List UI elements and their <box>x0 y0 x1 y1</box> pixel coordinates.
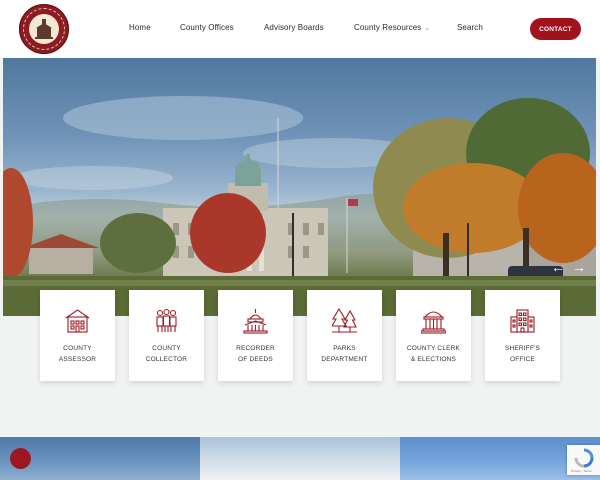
chevron-down-icon: ⌄ <box>424 25 431 32</box>
office-shortcuts: COUNTY ASSESSOR COUNTY COLLECTOR RECORDE… <box>0 290 600 382</box>
recaptcha-footer: Privacy - Terms <box>571 469 592 473</box>
card-label-line1: SHERIFF'S <box>504 345 541 352</box>
nav-county-resources-label: County Resources <box>354 23 422 32</box>
card-parks-department[interactable]: PARKS DEPARTMENT <box>307 290 382 381</box>
people-icon <box>156 308 177 332</box>
trees-icon <box>332 308 357 333</box>
card-label-line1: COUNTY <box>63 345 92 352</box>
nav-home[interactable]: Home <box>129 23 151 32</box>
card-label-line1: RECORDER <box>236 345 275 352</box>
capitol-icon <box>243 309 268 334</box>
card-label-line1: COUNTY <box>152 345 181 352</box>
card-label-line2: OF DEEDS <box>238 356 273 363</box>
card-county-assessor[interactable]: COUNTY ASSESSOR <box>40 290 115 381</box>
site-header: Home County Offices Advisory Boards Coun… <box>0 0 600 58</box>
card-label-line1: COUNTY CLERK <box>406 345 461 352</box>
office-building-icon <box>510 309 535 333</box>
recaptcha-icon <box>574 448 594 468</box>
card-label-line2: OFFICE <box>509 356 536 363</box>
nav-advisory-boards[interactable]: Advisory Boards <box>264 23 324 32</box>
card-label-line2: ASSESSOR <box>58 356 97 363</box>
hero-slider <box>3 58 596 316</box>
card-label-line2: DEPARTMENT <box>321 356 368 363</box>
card-label-line2: COLLECTOR <box>145 356 188 363</box>
arrow-right-icon[interactable]: → <box>572 260 586 274</box>
building-icon <box>65 309 90 333</box>
feature-image-2[interactable] <box>200 437 400 480</box>
courthouse-icon <box>421 311 446 334</box>
card-label-line2: & ELECTIONS <box>410 356 457 363</box>
contact-button[interactable]: CONTACT <box>530 18 581 40</box>
courthouse-seal-icon <box>35 19 53 39</box>
arrow-left-icon[interactable]: ← <box>551 260 565 274</box>
card-county-collector[interactable]: COUNTY COLLECTOR <box>129 290 204 381</box>
county-seal-logo[interactable] <box>19 4 69 54</box>
card-label-line1: PARKS <box>333 345 356 352</box>
card-sheriffs-office[interactable]: SHERIFF'S OFFICE <box>485 290 560 381</box>
card-county-clerk-elections[interactable]: COUNTY CLERK & ELECTIONS <box>396 290 471 381</box>
recaptcha-badge[interactable]: Privacy - Terms <box>567 445 600 475</box>
accessibility-button[interactable] <box>10 448 31 469</box>
nav-search[interactable]: Search <box>457 23 483 32</box>
card-recorder-of-deeds[interactable]: RECORDER OF DEEDS <box>218 290 293 381</box>
nav-county-offices[interactable]: County Offices <box>180 23 234 32</box>
nav-county-resources[interactable]: County Resources ⌄ <box>354 23 430 32</box>
courthouse-photo <box>3 96 596 316</box>
